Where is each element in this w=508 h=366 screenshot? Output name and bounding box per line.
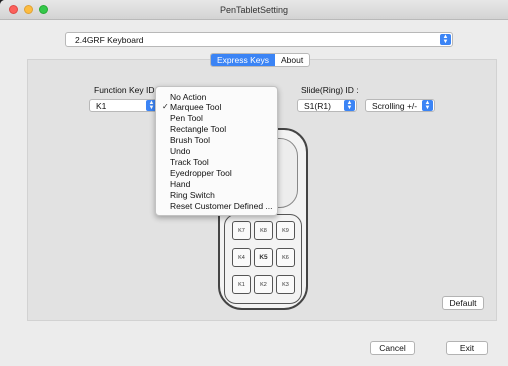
key-k4[interactable]: K4 xyxy=(232,248,251,267)
key-k1[interactable]: K1 xyxy=(232,275,251,294)
menu-item-no-action[interactable]: No Action xyxy=(170,92,206,102)
slide-ring-select[interactable]: S1(R1) ▲ ▼ xyxy=(297,99,357,112)
default-button[interactable]: Default xyxy=(442,296,484,310)
menu-item-ring-switch[interactable]: Ring Switch xyxy=(170,190,215,200)
menu-item-reset-customer-defined[interactable]: Reset Customer Defined ... xyxy=(170,201,273,211)
device-select[interactable]: 2.4GRF Keyboard ▲ ▼ xyxy=(65,32,453,47)
menu-item-pen-tool[interactable]: Pen Tool xyxy=(170,113,203,123)
key-k7[interactable]: K7 xyxy=(232,221,251,240)
key-k9[interactable]: K9 xyxy=(276,221,295,240)
cancel-button[interactable]: Cancel xyxy=(370,341,415,355)
device-select-value: 2.4GRF Keyboard xyxy=(75,35,144,45)
app-window: PenTabletSetting 2.4GRF Keyboard ▲ ▼ Func… xyxy=(0,0,508,366)
key-k5[interactable]: K5 xyxy=(254,248,273,267)
slide-ring-value: S1(R1) xyxy=(304,101,331,111)
tab-about[interactable]: About xyxy=(275,54,309,66)
menu-item-track-tool[interactable]: Track Tool xyxy=(170,157,209,167)
key-k2[interactable]: K2 xyxy=(254,275,273,294)
key-k8[interactable]: K8 xyxy=(254,221,273,240)
menu-item-brush-tool[interactable]: Brush Tool xyxy=(170,135,210,145)
function-key-label: Function Key ID xyxy=(94,85,155,95)
key-k6[interactable]: K6 xyxy=(276,248,295,267)
title-bar: PenTabletSetting xyxy=(0,0,508,20)
updown-arrows-icon[interactable]: ▲ ▼ xyxy=(344,100,355,111)
slide-ring-label: Slide(Ring) ID : xyxy=(301,85,359,95)
keypad: K7 K8 K9 K4 K5 K6 K1 K2 K3 xyxy=(224,214,302,304)
menu-item-rectangle-tool[interactable]: Rectangle Tool xyxy=(170,124,226,134)
key-k3[interactable]: K3 xyxy=(276,275,295,294)
ring-action-select[interactable]: Scrolling +/- ▲ ▼ xyxy=(365,99,435,112)
updown-arrows-icon[interactable]: ▲ ▼ xyxy=(440,34,451,45)
function-key-select[interactable]: K1 ▲ ▼ xyxy=(89,99,159,112)
menu-item-marquee-tool[interactable]: Marquee Tool xyxy=(170,102,221,112)
tab-bar: Express Keys About xyxy=(210,53,311,67)
window-title: PenTabletSetting xyxy=(219,5,289,15)
tab-express-keys[interactable]: Express Keys xyxy=(211,54,275,66)
exit-button[interactable]: Exit xyxy=(446,341,488,355)
checkmark-icon: ✓ xyxy=(162,102,169,111)
ring-action-value: Scrolling +/- xyxy=(372,101,418,111)
function-key-value: K1 xyxy=(96,101,107,111)
function-dropdown-menu: No Action ✓ Marquee Tool Pen Tool Rectan… xyxy=(155,86,278,216)
menu-item-eyedropper-tool[interactable]: Eyedropper Tool xyxy=(170,168,232,178)
updown-arrows-icon[interactable]: ▲ ▼ xyxy=(422,100,433,111)
menu-item-hand[interactable]: Hand xyxy=(170,179,190,189)
menu-item-undo[interactable]: Undo xyxy=(170,146,190,156)
